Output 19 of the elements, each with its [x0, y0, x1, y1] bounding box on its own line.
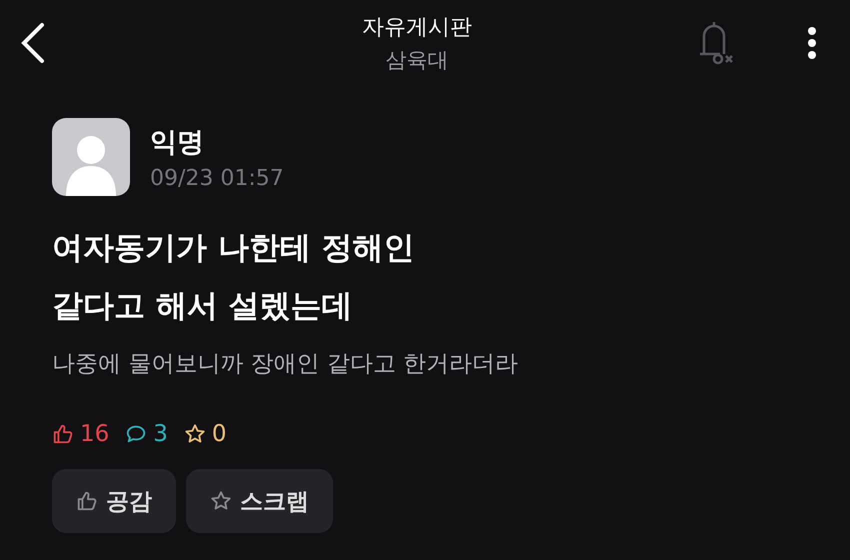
speech-bubble-icon	[125, 423, 148, 445]
post-body: 나중에 물어보니까 장애인 같다고 한거라더라	[52, 350, 520, 379]
star-icon	[184, 423, 206, 445]
thumbs-up-icon	[52, 423, 74, 445]
count: 0	[212, 421, 227, 447]
count: 16	[80, 421, 110, 447]
count: 3	[153, 421, 168, 447]
star-icon	[210, 490, 232, 512]
school-name: 삼육대	[386, 47, 448, 74]
avatar-icon	[52, 118, 130, 196]
thumbs-up-icon	[76, 490, 98, 512]
more-icon[interactable]	[806, 26, 818, 60]
post-title: 같다고 해서 설렜는데	[52, 287, 354, 326]
scrap-button[interactable]: 스크랩	[186, 469, 333, 533]
post-title: 여자동기가 나한테 정해인	[52, 229, 416, 268]
like-button[interactable]: 공감	[52, 469, 176, 533]
post-time: 09/23 01:57	[150, 166, 284, 190]
author-name: 익명	[150, 126, 205, 160]
board-title: 자유게시판	[362, 14, 472, 42]
